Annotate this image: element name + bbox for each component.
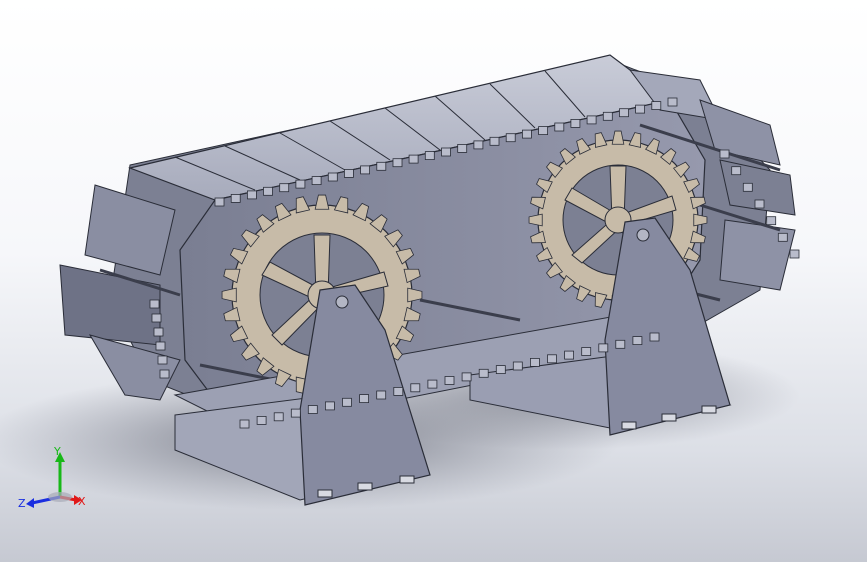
z-axis-arrow-icon: [26, 498, 34, 508]
graphics-viewport[interactable]: Y X Z: [0, 0, 867, 562]
reference-triad: Y X Z: [18, 445, 86, 510]
triad-origin: [48, 492, 72, 502]
x-axis-label: X: [78, 495, 86, 508]
y-axis-label: Y: [53, 445, 61, 458]
z-axis-label: Z: [18, 497, 26, 510]
